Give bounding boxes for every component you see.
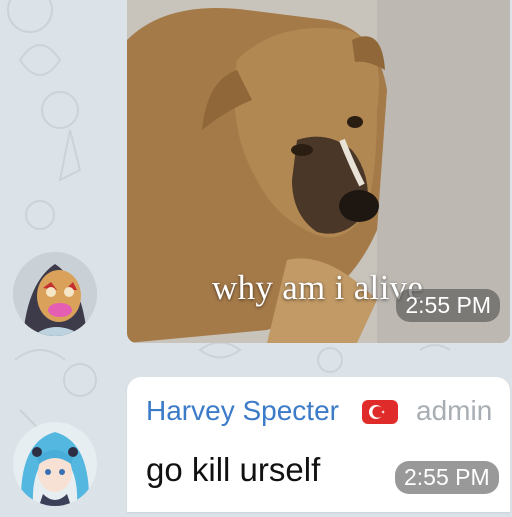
turkey-flag-icon	[362, 400, 398, 424]
masked-figure-avatar-image	[13, 252, 97, 336]
message-timestamp: 2:55 PM	[395, 461, 499, 494]
text-message-bubble[interactable]: Harvey Specter admin go kill urself 2:55…	[127, 377, 510, 512]
sender-avatar[interactable]	[13, 252, 97, 336]
sender-avatar[interactable]	[13, 422, 97, 506]
sender-name[interactable]: Harvey Specter	[146, 395, 339, 427]
photo-message-bubble[interactable]: why am i alive 2:55 PM	[127, 0, 510, 343]
photo-timestamp: 2:55 PM	[396, 289, 500, 322]
photo-caption: why am i alive	[212, 268, 424, 307]
anime-girl-avatar-image	[13, 422, 97, 506]
admin-badge: admin	[416, 395, 493, 426]
message-text: go kill urself	[146, 451, 321, 488]
